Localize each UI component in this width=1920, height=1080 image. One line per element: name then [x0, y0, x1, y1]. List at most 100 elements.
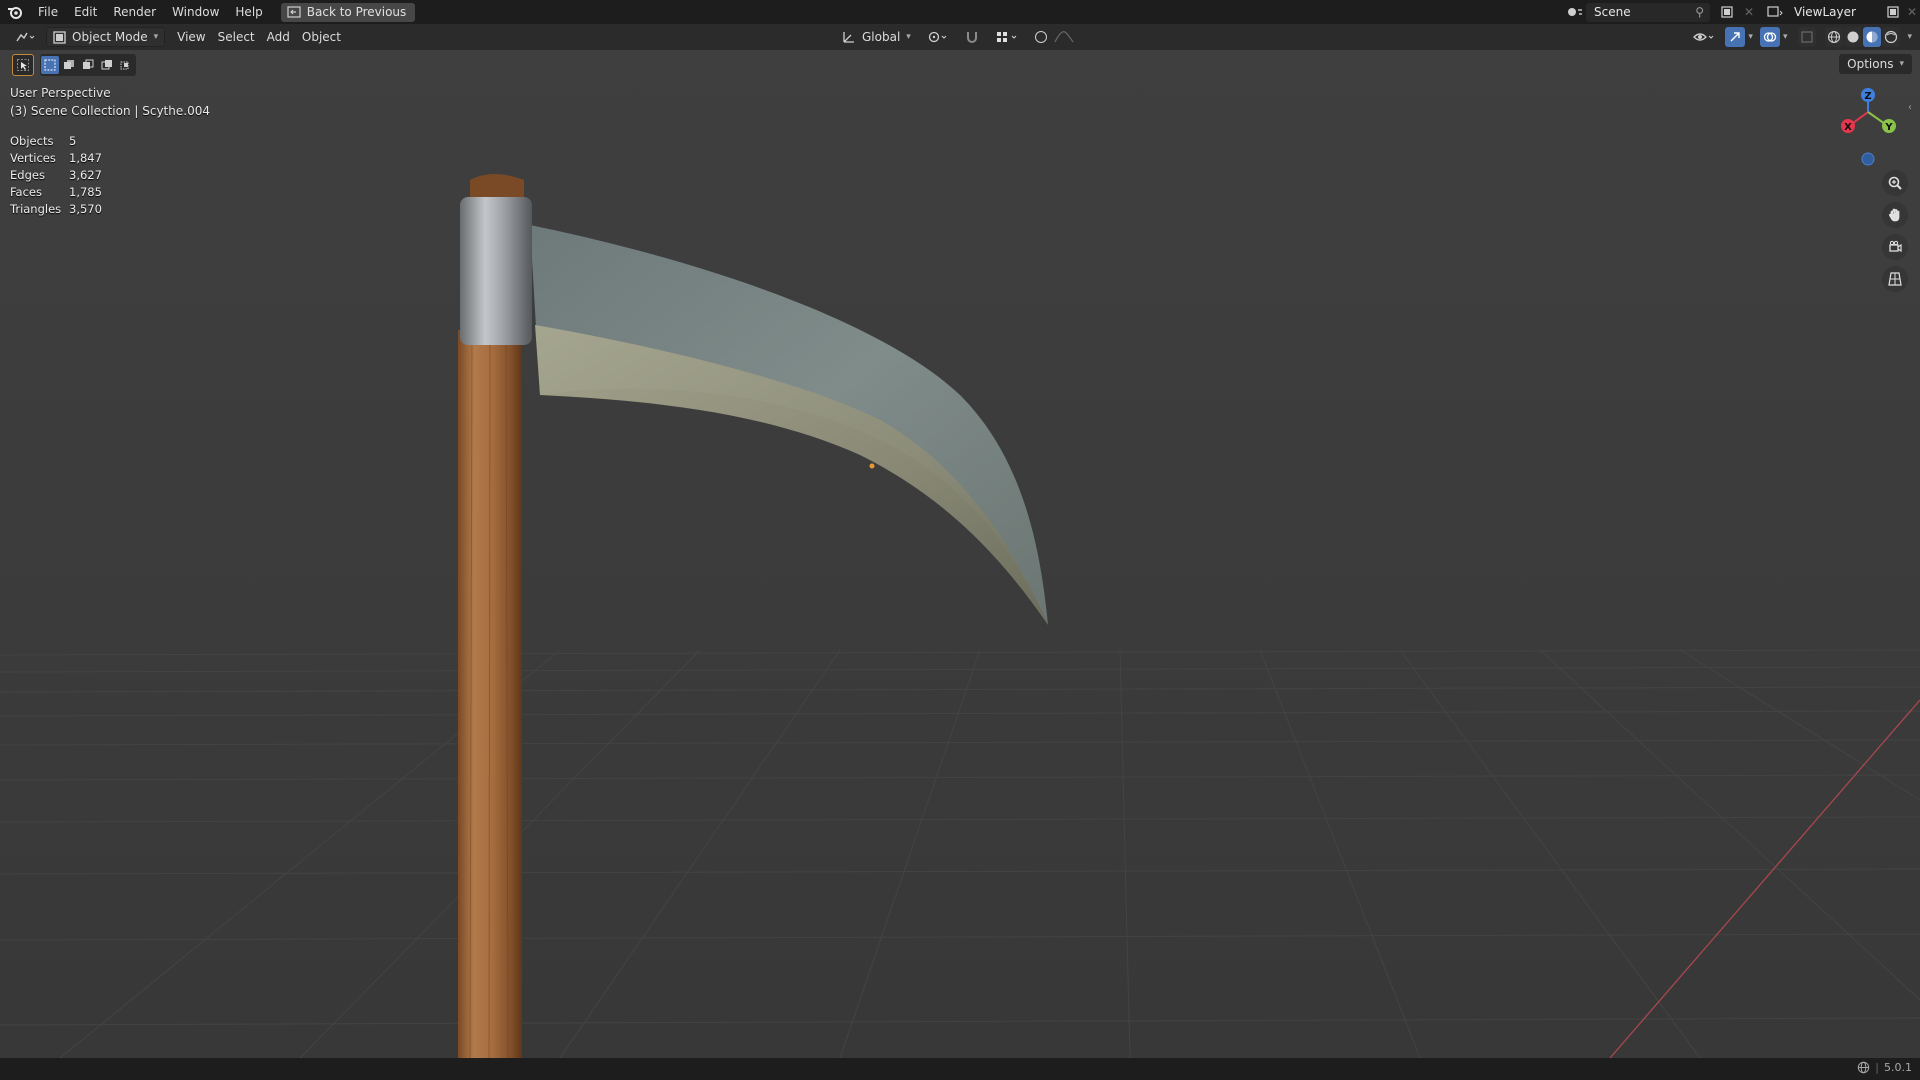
select-extend-button[interactable] — [60, 56, 78, 74]
zoom-button[interactable] — [1882, 170, 1908, 196]
stat-value: 3,627 — [69, 167, 102, 182]
menu-add[interactable]: Add — [261, 27, 296, 47]
scene-name: Scene — [1594, 5, 1631, 19]
chevron-down-icon[interactable]: ▾ — [1748, 32, 1753, 42]
stat-value: 1,847 — [69, 150, 102, 165]
proportional-edit-icon — [1034, 31, 1047, 43]
zoom-icon — [1888, 176, 1902, 190]
visibility-select[interactable] — [1686, 27, 1722, 47]
pin-icon[interactable]: ⚲ — [1695, 5, 1704, 19]
new-view-layer-icon[interactable] — [1882, 3, 1904, 22]
gizmo-x-label: X — [1844, 122, 1852, 133]
top-menu-bar: File Edit Render Window Help Back to Pre… — [0, 0, 1920, 24]
chevron-down-icon[interactable]: ▾ — [1783, 32, 1788, 42]
scene-selector[interactable]: Scene ⚲ — [1586, 2, 1710, 22]
select-intersect-button[interactable] — [117, 56, 135, 74]
select-subtract-button[interactable] — [79, 56, 97, 74]
stat-label: Vertices — [10, 150, 56, 165]
navigation-tools — [1882, 170, 1908, 292]
chevron-down-icon: ▾ — [906, 32, 911, 42]
camera-icon — [1889, 240, 1902, 253]
selection-mode-group — [40, 54, 136, 76]
stat-row: Triangles 3,570 — [10, 200, 102, 217]
snap-target-select[interactable] — [989, 27, 1025, 47]
status-bar: | 5.0.1 — [0, 1058, 1920, 1080]
overlays-icon — [1763, 32, 1777, 42]
gizmo-toggle[interactable] — [1725, 27, 1746, 47]
stat-value: 3,570 — [69, 201, 102, 216]
menu-edit[interactable]: Edit — [66, 0, 105, 24]
proportional-editing-toggle[interactable] — [1029, 27, 1083, 47]
view-layer-name: ViewLayer — [1794, 5, 1856, 19]
menu-file[interactable]: File — [30, 0, 66, 24]
view-layer-selector[interactable]: ViewLayer — [1786, 3, 1882, 22]
select-new-button[interactable] — [41, 56, 59, 74]
version-info: | 5.0.1 — [1857, 1061, 1912, 1074]
viewport-collection-label: (3) Scene Collection | Scythe.004 — [10, 104, 210, 118]
solid-shading-button[interactable] — [1844, 27, 1863, 47]
delete-view-layer-icon[interactable]: ✕ — [1904, 3, 1920, 22]
stat-label: Edges — [10, 167, 45, 182]
menu-select[interactable]: Select — [212, 27, 261, 47]
navigation-gizmo[interactable]: Z X Y — [1830, 82, 1900, 168]
scene-type-icon[interactable] — [1564, 3, 1586, 22]
transform-orientation-select[interactable]: Global ▾ — [836, 27, 917, 47]
separator: | — [1875, 1061, 1879, 1074]
stat-label: Triangles — [10, 201, 62, 216]
menu-window[interactable]: Window — [164, 0, 227, 24]
scythe-ferrule — [460, 197, 532, 345]
menu-view[interactable]: View — [171, 27, 211, 47]
object-mode-select[interactable]: Object Mode ▾ — [46, 27, 166, 47]
tool-settings-row — [12, 54, 136, 76]
select-intersect-icon — [120, 61, 129, 70]
gizmo-z-label: Z — [1864, 91, 1871, 102]
overlays-toggle[interactable] — [1759, 27, 1780, 47]
select-tool-button[interactable] — [12, 54, 34, 76]
xray-icon — [1801, 31, 1814, 43]
gizmo-neg-z-axis[interactable] — [1861, 152, 1875, 166]
cursor-icon — [17, 59, 29, 71]
select-new-icon — [44, 59, 56, 71]
chevron-down-icon[interactable]: ▾ — [1907, 32, 1912, 42]
sidebar-toggle-icon[interactable]: ‹ — [1908, 102, 1918, 116]
select-difference-button[interactable] — [98, 56, 116, 74]
stat-row: Vertices 1,847 — [10, 149, 102, 166]
material-preview-button[interactable] — [1863, 27, 1882, 47]
wireframe-shading-button[interactable] — [1825, 27, 1844, 47]
menu-render[interactable]: Render — [105, 0, 164, 24]
chevron-down-icon: ▾ — [153, 32, 159, 42]
menu-object[interactable]: Object — [296, 27, 347, 47]
3d-viewport[interactable] — [0, 50, 1920, 1058]
stat-value: 1,785 — [69, 184, 102, 199]
back-icon — [287, 6, 301, 18]
new-scene-icon[interactable] — [1716, 3, 1738, 22]
back-to-previous-label: Back to Previous — [306, 5, 407, 19]
view-layer-icon[interactable] — [1764, 3, 1786, 22]
gizmo-y-label: Y — [1884, 122, 1893, 133]
snap-toggle[interactable] — [959, 27, 985, 47]
back-to-previous-button[interactable]: Back to Previous — [280, 2, 416, 22]
blender-logo-icon[interactable] — [0, 0, 30, 24]
pivot-point-select[interactable] — [921, 27, 955, 47]
eye-icon — [1693, 33, 1714, 41]
stat-label: Faces — [10, 184, 42, 199]
perspective-toggle-button[interactable] — [1882, 266, 1908, 292]
scene-statistics: Objects 5 Vertices 1,847 Edges 3,627 Fac… — [10, 132, 102, 217]
stat-row: Faces 1,785 — [10, 183, 102, 200]
orientation-icon — [843, 32, 854, 43]
camera-view-button[interactable] — [1882, 234, 1908, 260]
pivot-icon — [928, 31, 947, 43]
orientation-label: Global — [862, 30, 901, 44]
select-subtract-icon — [83, 59, 94, 69]
options-dropdown[interactable]: Options ▾ — [1839, 54, 1912, 74]
select-extend-icon — [64, 60, 74, 69]
version-label: 5.0.1 — [1884, 1061, 1912, 1074]
xray-toggle[interactable] — [1798, 27, 1817, 47]
editor-type-button[interactable] — [8, 27, 42, 47]
delete-scene-icon[interactable]: ✕ — [1738, 3, 1760, 22]
hand-icon — [1888, 208, 1900, 222]
pan-button[interactable] — [1882, 202, 1908, 228]
wireframe-icon — [1828, 30, 1841, 44]
menu-help[interactable]: Help — [227, 0, 270, 24]
rendered-shading-button[interactable] — [1882, 27, 1901, 47]
